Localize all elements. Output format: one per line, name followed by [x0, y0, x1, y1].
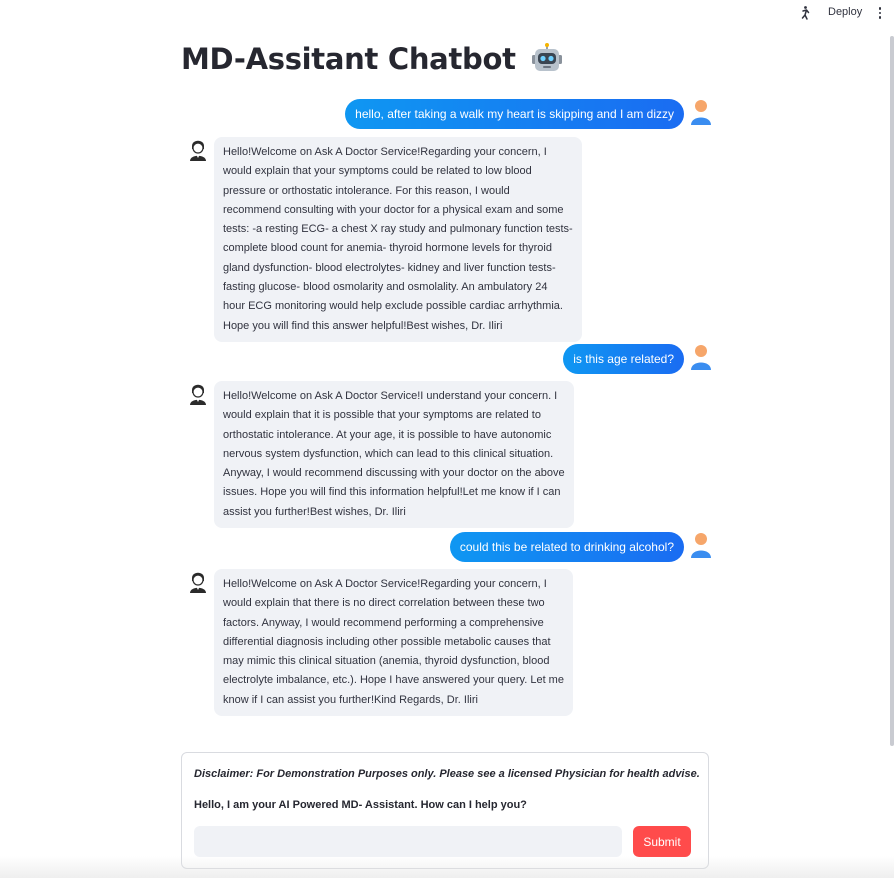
message-line: tests: -a resting ECG- a chest X ray stu…	[223, 223, 573, 236]
message-line: may mimic this clinical situation (anemi…	[223, 655, 550, 668]
user-message: hello, after taking a walk my heart is s…	[345, 99, 684, 129]
user-avatar-icon	[691, 345, 711, 370]
chat-form: Disclaimer: For Demonstration Purposes o…	[181, 752, 709, 869]
more-vertical-icon[interactable]	[877, 7, 883, 21]
chat-input[interactable]	[194, 826, 622, 857]
user-message-text: hello, after taking a walk my heart is s…	[355, 107, 674, 121]
assistant-message: Hello!Welcome on Ask A Doctor Service!I …	[214, 381, 574, 529]
message-line: factors. Anyway, I would recommend perfo…	[223, 616, 544, 629]
message-line: assist you further!Best wishes, Dr. Ilir…	[223, 505, 406, 518]
message-line: differential diagnosis including other p…	[223, 635, 551, 648]
user-avatar-icon	[691, 533, 711, 558]
doctor-avatar-icon	[190, 384, 206, 405]
running-icon[interactable]	[798, 5, 812, 21]
page-title: MD-Assitant Chatbot	[181, 42, 563, 76]
message-line: Hope you will find this answer helpful!B…	[223, 319, 503, 332]
page-scrollbar[interactable]	[890, 36, 894, 746]
message-line: recommend consulting with your doctor fo…	[223, 203, 564, 216]
message-line: orthostatic intolerance. At your age, it…	[223, 428, 552, 441]
greeting-label: Hello, I am your AI Powered MD- Assistan…	[194, 799, 527, 811]
doctor-avatar-icon	[190, 572, 206, 593]
user-message: is this age related?	[563, 344, 684, 374]
user-message-text: is this age related?	[573, 352, 674, 366]
message-line: would explain that there is no direct co…	[223, 597, 545, 610]
disclaimer-text: Disclaimer: For Demonstration Purposes o…	[194, 768, 700, 780]
message-line: hour ECG monitoring would help exclude p…	[223, 300, 563, 313]
doctor-avatar-icon	[190, 140, 206, 161]
deploy-button[interactable]: Deploy	[828, 6, 862, 18]
message-line: Hello!Welcome on Ask A Doctor Service!Re…	[223, 146, 547, 158]
message-line: would explain that your symptoms could b…	[223, 165, 532, 178]
message-line: nervous system dysfunction, which can le…	[223, 447, 554, 460]
message-line: electrolyte imbalance, etc.). Hope I hav…	[223, 674, 564, 687]
message-line: complete blood count for anemia- thyroid…	[223, 242, 552, 255]
robot-face-icon	[532, 43, 563, 71]
message-line: gland dysfunction- blood electrolytes- k…	[223, 261, 556, 274]
user-message-text: could this be related to drinking alcoho…	[459, 540, 674, 554]
message-line: would explain that it is possible that y…	[223, 409, 541, 422]
message-line: pressure or orthostatic intolerance. For…	[223, 184, 510, 197]
message-line: issues. Hope you will find this informat…	[223, 486, 561, 499]
message-line: Hello!Welcome on Ask A Doctor Service!Re…	[223, 578, 547, 590]
message-line: Anyway, I would recommend discussing wit…	[223, 467, 565, 480]
top-toolbar: Deploy	[0, 0, 894, 28]
assistant-message: Hello!Welcome on Ask A Doctor Service!Re…	[214, 137, 582, 342]
message-line: Hello!Welcome on Ask A Doctor Service!I …	[223, 390, 558, 402]
message-line: know if I can assist you further!Kind Re…	[223, 693, 478, 706]
message-line: fasting glucose- blood osmolarity and os…	[223, 281, 548, 294]
page-title-text: MD-Assitant Chatbot	[181, 42, 516, 76]
user-message: could this be related to drinking alcoho…	[449, 532, 684, 562]
submit-button[interactable]: Submit	[633, 826, 691, 857]
user-avatar-icon	[691, 100, 711, 125]
assistant-message: Hello!Welcome on Ask A Doctor Service!Re…	[214, 569, 573, 717]
